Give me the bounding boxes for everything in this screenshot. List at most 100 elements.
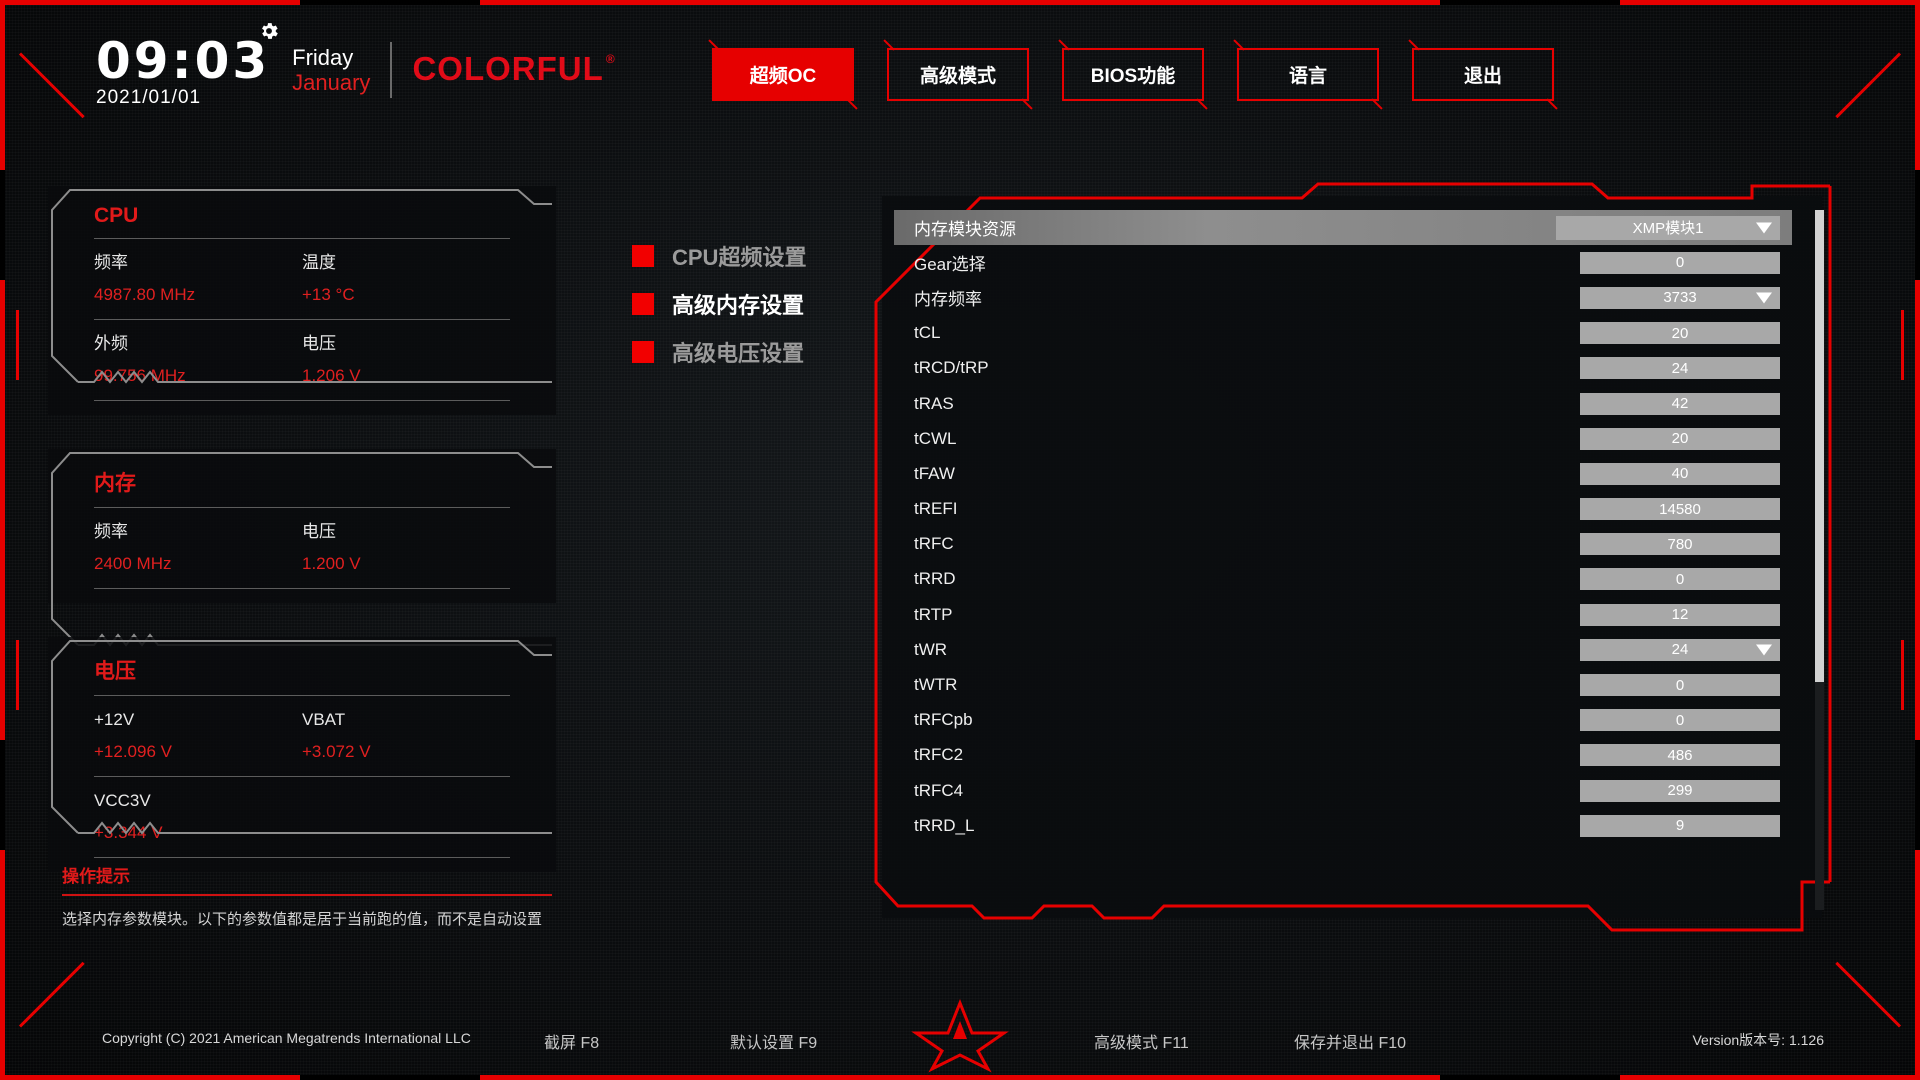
bios-screen: 09:03 2021/01/01 Friday January COLORFUL… xyxy=(0,0,1920,1080)
setting-value-text: 42 xyxy=(1671,395,1689,413)
chevron-down-icon[interactable] xyxy=(1756,222,1772,234)
setting-dropdown[interactable]: 3733 xyxy=(1580,286,1780,309)
card-divider xyxy=(94,857,510,858)
oc-menu-item-label: CPU超频设置 xyxy=(672,245,807,270)
oc-menu-item-2[interactable]: 高级电压设置 xyxy=(632,328,806,376)
setting-value-field[interactable]: 14580 xyxy=(1580,498,1780,521)
setting-value-field[interactable]: 299 xyxy=(1580,779,1780,802)
edge-tick xyxy=(1901,310,1904,380)
card-cell-value: +3.072 V xyxy=(302,742,371,761)
setting-dropdown[interactable]: 24 xyxy=(1580,638,1780,661)
scrollbar-thumb[interactable] xyxy=(1815,210,1824,682)
card-cell-label: 频率 xyxy=(94,253,128,272)
card-cell-label: 外频 xyxy=(94,334,128,353)
nav-button-3[interactable]: 语言 xyxy=(1237,48,1379,101)
header: 09:03 2021/01/01 Friday January COLORFUL… xyxy=(0,0,1920,118)
setting-row-0[interactable]: 内存模块资源 XMP模块1 xyxy=(894,210,1792,246)
card-cell: 电压 1.200 V xyxy=(302,508,510,588)
frame-left-bar xyxy=(0,0,5,1080)
month-name: January xyxy=(292,70,371,95)
setting-row-5[interactable]: tRAS 42 xyxy=(894,386,1792,421)
setting-value-field[interactable]: 0 xyxy=(1580,251,1780,274)
setting-value-field[interactable]: 20 xyxy=(1580,427,1780,450)
card-cell-value: +12.096 V xyxy=(94,742,172,761)
card-row: VCC3V +3.344 V xyxy=(94,777,510,857)
setting-value-field[interactable]: 0 xyxy=(1580,568,1780,591)
setting-value-field[interactable]: 20 xyxy=(1580,322,1780,345)
nav-button-2[interactable]: BIOS功能 xyxy=(1062,48,1204,101)
card-cell-value: 1.206 V xyxy=(302,366,361,385)
setting-row-label: tRRD xyxy=(914,569,956,589)
weekday-name: Friday xyxy=(292,45,354,70)
setting-row-6[interactable]: tCWL 20 xyxy=(894,421,1792,456)
setting-row-label: 内存频率 xyxy=(914,290,982,310)
card-cell: 电压 1.206 V xyxy=(302,320,510,400)
setting-value-field[interactable]: 40 xyxy=(1580,462,1780,485)
footer: Copyright (C) 2021 American Megatrends I… xyxy=(0,998,1920,1080)
setting-value-text: 0 xyxy=(1675,711,1685,729)
setting-row-11[interactable]: tRTP 12 xyxy=(894,597,1792,632)
setting-row-label: tRFC xyxy=(914,534,954,554)
setting-value-field[interactable]: 12 xyxy=(1580,603,1780,626)
setting-row-14[interactable]: tRFCpb 0 xyxy=(894,703,1792,738)
setting-row-2[interactable]: 内存频率 3733 xyxy=(894,280,1792,315)
setting-row-label: tCWL xyxy=(914,428,957,448)
setting-dropdown[interactable]: XMP模块1 xyxy=(1556,215,1780,240)
setting-row-15[interactable]: tRFC2 486 xyxy=(894,738,1792,773)
system-info-cards: CPU 频率 4987.80 MHz 温度 +13 °C 外频 99.756 MHz 电压 1.… xyxy=(48,186,556,906)
setting-row-label: tWTR xyxy=(914,675,958,695)
fkey-advanced-mode[interactable]: 高级模式 F11 xyxy=(1094,1029,1189,1053)
setting-value-text: 486 xyxy=(1667,746,1693,764)
setting-row-7[interactable]: tFAW 40 xyxy=(894,456,1792,491)
setting-row-label: 内存模块资源 xyxy=(914,220,1016,240)
setting-row-10[interactable]: tRRD 0 xyxy=(894,562,1792,597)
oc-menu-item-label: 高级电压设置 xyxy=(672,341,805,366)
setting-value-field[interactable]: 0 xyxy=(1580,709,1780,732)
setting-value-text: 24 xyxy=(1671,641,1689,659)
fkey-defaults[interactable]: 默认设置 F9 xyxy=(730,1029,817,1053)
hint-text: 选择内存参数模块。以下的参数值都是居于当前跑的值，而不是自动设置 xyxy=(62,911,543,928)
setting-value-field[interactable]: 24 xyxy=(1580,357,1780,380)
setting-value-field[interactable]: 42 xyxy=(1580,392,1780,415)
card-title: CPU xyxy=(94,204,139,227)
setting-value-text: 14580 xyxy=(1659,500,1701,518)
setting-row-label: tRRD_L xyxy=(914,815,975,835)
card-cell: VCC3V +3.344 V xyxy=(94,777,302,857)
nav-button-4[interactable]: 退出 xyxy=(1412,48,1554,101)
setting-row-13[interactable]: tWTR 0 xyxy=(894,667,1792,702)
setting-row-12[interactable]: tWR 24 xyxy=(894,632,1792,667)
edge-tick xyxy=(16,640,19,710)
card-cell-value: 1.200 V xyxy=(302,554,361,573)
setting-value-field[interactable]: 0 xyxy=(1580,674,1780,697)
chevron-down-icon[interactable] xyxy=(1756,644,1772,656)
setting-value-field[interactable]: 486 xyxy=(1580,744,1780,767)
setting-value-field[interactable]: 780 xyxy=(1580,533,1780,556)
brand-logo: COLORFUL ® xyxy=(412,50,614,88)
fkey-screenshot[interactable]: 截屏 F8 xyxy=(544,1029,599,1053)
chevron-down-icon[interactable] xyxy=(1756,292,1772,304)
oc-menu-item-1[interactable]: 高级内存设置 xyxy=(632,280,806,328)
setting-row-16[interactable]: tRFC4 299 xyxy=(894,773,1792,808)
setting-value-text: 3733 xyxy=(1663,289,1697,307)
oc-menu-item-label: 高级内存设置 xyxy=(672,293,805,318)
copyright-text: Copyright (C) 2021 American Megatrends I… xyxy=(102,1030,471,1046)
setting-row-1[interactable]: Gear选择 0 xyxy=(894,245,1792,280)
setting-row-label: Gear选择 xyxy=(914,255,986,275)
fkey-save-exit[interactable]: 保存并退出 F10 xyxy=(1294,1029,1406,1053)
setting-row-3[interactable]: tCL 20 xyxy=(894,316,1792,351)
operation-hint: 操作提示 选择内存参数模块。以下的参数值都是居于当前跑的值，而不是自动设置 xyxy=(62,862,552,931)
card-title: 内存 xyxy=(94,472,136,495)
setting-row-8[interactable]: tREFI 14580 xyxy=(894,492,1792,527)
oc-menu-item-0[interactable]: CPU超频设置 xyxy=(632,232,806,280)
setting-row-17[interactable]: tRRD_L 9 xyxy=(894,808,1792,843)
settings-scrollbar[interactable] xyxy=(1815,210,1824,910)
setting-value-field[interactable]: 9 xyxy=(1580,814,1780,837)
clock-time: 09:03 xyxy=(96,32,271,90)
card-cell-label: 电压 xyxy=(302,334,336,353)
setting-row-4[interactable]: tRCD/tRP 24 xyxy=(894,351,1792,386)
card-divider xyxy=(94,588,510,589)
nav-button-1[interactable]: 高级模式 xyxy=(887,48,1029,101)
card-cell-label: 电压 xyxy=(302,522,336,541)
setting-row-9[interactable]: tRFC 780 xyxy=(894,527,1792,562)
nav-button-0[interactable]: 超频OC xyxy=(712,48,854,101)
